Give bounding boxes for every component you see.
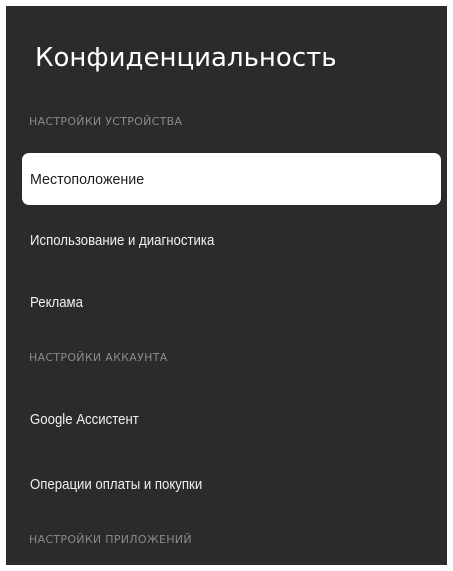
menu-item-google-assistant[interactable]: Google Ассистент bbox=[22, 393, 441, 445]
section-header-app-settings: НАСТРОЙКИ ПРИЛОЖЕНИЙ bbox=[29, 533, 192, 546]
menu-item-label: Реклама bbox=[30, 293, 83, 311]
menu-item-location[interactable]: Местоположение bbox=[22, 153, 441, 205]
menu-item-usage-diagnostics[interactable]: Использование и диагностика bbox=[22, 214, 441, 266]
privacy-settings-panel: Конфиденциальность НАСТРОЙКИ УСТРОЙСТВА … bbox=[6, 6, 447, 565]
menu-item-label: Использование и диагностика bbox=[30, 231, 215, 249]
menu-item-label: Местоположение bbox=[30, 170, 145, 188]
section-header-device-settings: НАСТРОЙКИ УСТРОЙСТВА bbox=[29, 115, 183, 128]
menu-item-label: Google Ассистент bbox=[30, 410, 139, 428]
menu-item-label: Операции оплаты и покупки bbox=[30, 475, 203, 493]
page-title: Конфиденциальность bbox=[35, 43, 337, 73]
section-header-account-settings: НАСТРОЙКИ АККАУНТА bbox=[29, 351, 168, 364]
menu-item-payments-purchases[interactable]: Операции оплаты и покупки bbox=[22, 458, 441, 510]
menu-item-ads[interactable]: Реклама bbox=[22, 276, 441, 328]
